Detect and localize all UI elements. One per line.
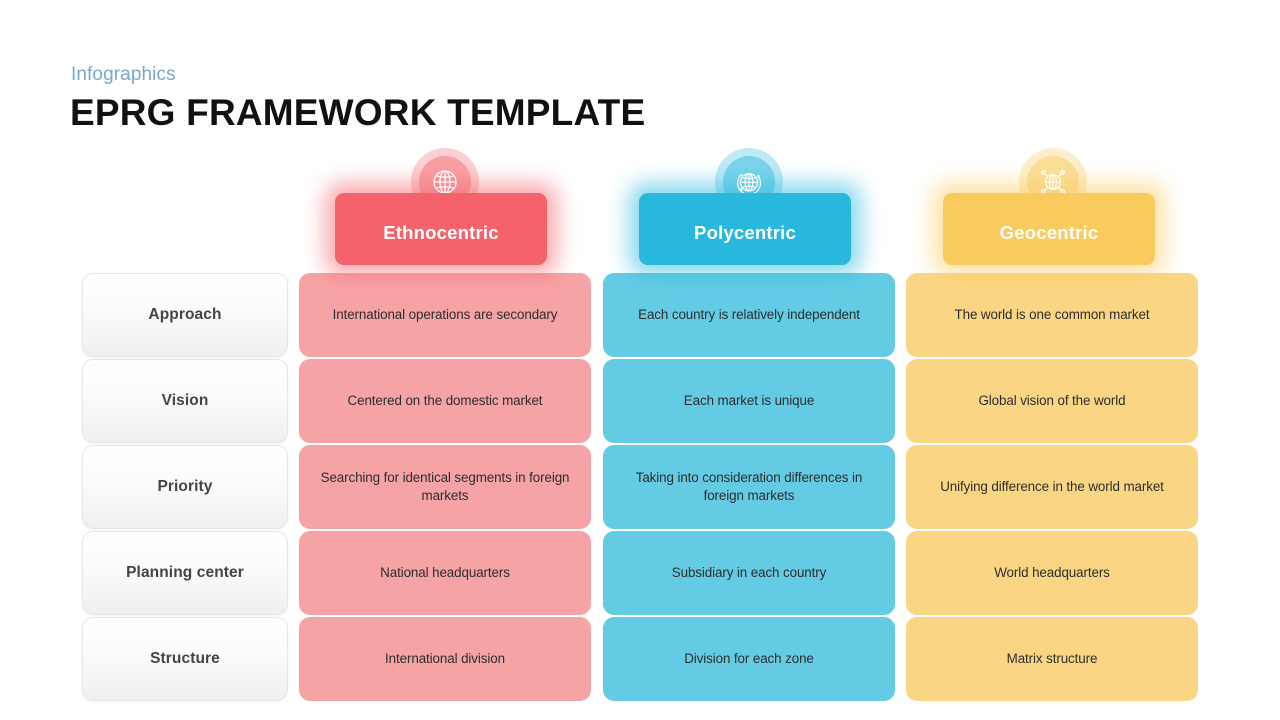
cell-text: The world is one common market xyxy=(954,307,1150,323)
cell-text: Each market is unique xyxy=(683,393,815,409)
cell-text: Global vision of the world xyxy=(978,393,1126,409)
cell-structure-geocentric[interactable]: Matrix structure xyxy=(906,617,1198,701)
cell-text: Subsidiary in each country xyxy=(671,565,827,581)
cell-structure-polycentric[interactable]: Division for each zone xyxy=(603,617,895,701)
row-label-approach[interactable]: Approach xyxy=(82,273,288,357)
cell-priority-geocentric[interactable]: Unifying difference in the world market xyxy=(906,445,1198,529)
cell-structure-ethnocentric[interactable]: International division xyxy=(299,617,591,701)
cell-approach-polycentric[interactable]: Each country is relatively independent xyxy=(603,273,895,357)
row-label-text: Planning center xyxy=(126,564,244,581)
row-label-planning-center[interactable]: Planning center xyxy=(82,531,288,615)
cell-text: Taking into consideration differences in… xyxy=(635,470,863,503)
cell-text: World headquarters xyxy=(994,565,1110,581)
cell-text: Searching for identical segments in fore… xyxy=(320,470,570,503)
cell-approach-geocentric[interactable]: The world is one common market xyxy=(906,273,1198,357)
cell-text: International division xyxy=(385,651,505,667)
row-label-priority[interactable]: Priority xyxy=(82,445,288,529)
row-label-text: Approach xyxy=(148,306,222,323)
row-label-text: Priority xyxy=(157,478,213,495)
column-header-polycentric[interactable]: Polycentric xyxy=(639,193,851,265)
cell-planning-center-ethnocentric[interactable]: National headquarters xyxy=(299,531,591,615)
column-header-geocentric[interactable]: Geocentric xyxy=(943,193,1155,265)
cell-text: Each country is relatively independent xyxy=(638,307,860,323)
column-header-ethnocentric[interactable]: Ethnocentric xyxy=(335,193,547,265)
cell-approach-ethnocentric[interactable]: International operations are secondary xyxy=(299,273,591,357)
cell-priority-polycentric[interactable]: Taking into consideration differences in… xyxy=(603,445,895,529)
cell-text: International operations are secondary xyxy=(332,307,558,323)
eprg-framework-grid: Ethnocentric Polycentric Geocentric Appr… xyxy=(0,0,1280,720)
row-label-text: Structure xyxy=(150,650,220,667)
row-label-vision[interactable]: Vision xyxy=(82,359,288,443)
cell-text: Division for each zone xyxy=(684,651,814,667)
cell-vision-ethnocentric[interactable]: Centered on the domestic market xyxy=(299,359,591,443)
column-header-label: Polycentric xyxy=(694,222,796,243)
cell-priority-ethnocentric[interactable]: Searching for identical segments in fore… xyxy=(299,445,591,529)
cell-vision-polycentric[interactable]: Each market is unique xyxy=(603,359,895,443)
column-header-label: Geocentric xyxy=(999,222,1099,243)
row-label-text: Vision xyxy=(161,392,209,409)
cell-planning-center-geocentric[interactable]: World headquarters xyxy=(906,531,1198,615)
cell-vision-geocentric[interactable]: Global vision of the world xyxy=(906,359,1198,443)
cell-text: Unifying difference in the world market xyxy=(940,479,1164,495)
cell-text: Matrix structure xyxy=(1006,651,1098,667)
cell-text: National headquarters xyxy=(380,565,510,581)
cell-text: Centered on the domestic market xyxy=(347,393,543,409)
column-header-label: Ethnocentric xyxy=(383,222,499,243)
row-label-structure[interactable]: Structure xyxy=(82,617,288,701)
cell-planning-center-polycentric[interactable]: Subsidiary in each country xyxy=(603,531,895,615)
